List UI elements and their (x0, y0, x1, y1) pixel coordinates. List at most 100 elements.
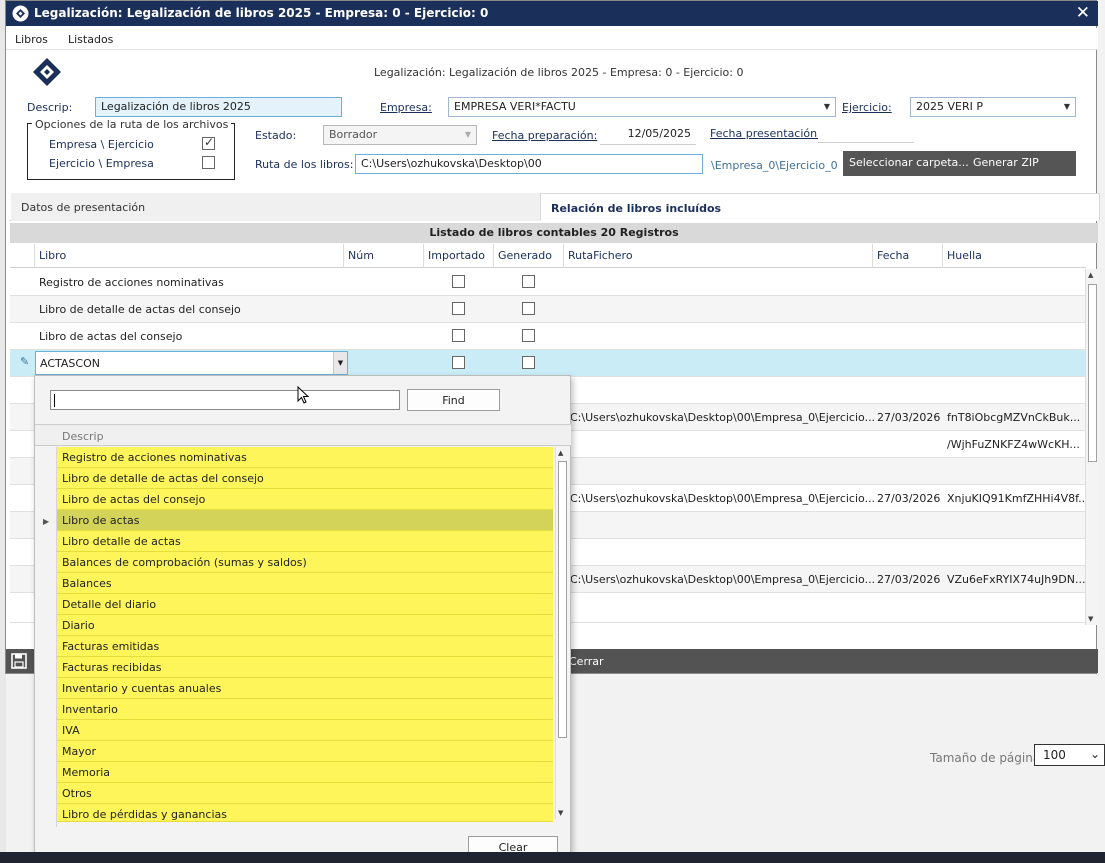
column-libro[interactable]: Libro (39, 249, 66, 262)
column-fecha[interactable]: Fecha (877, 249, 909, 262)
importado-checkbox[interactable] (452, 329, 465, 342)
importado-checkbox[interactable] (452, 356, 465, 369)
list-item[interactable]: Libro de pérdidas y ganancias (57, 804, 553, 822)
taskbar (0, 852, 1105, 863)
estado-select[interactable]: Borrador ▼ (323, 125, 477, 145)
list-item[interactable]: Balances (57, 573, 553, 594)
title-bar: Legalización: Legalización de libros 202… (6, 1, 1098, 26)
grid-scrollbar[interactable]: ▲ ▼ (1085, 269, 1098, 625)
list-item[interactable]: Libro de detalle de actas del consejo (57, 468, 553, 489)
close-icon[interactable]: ✕ (1076, 3, 1090, 23)
menu-bar: Libros Listados (6, 28, 1098, 50)
list-item[interactable]: Inventario y cuentas anuales (57, 678, 553, 699)
column-importado[interactable]: Importado (428, 249, 485, 262)
option-empresa-ejercicio-label: Empresa \ Ejercicio (49, 138, 154, 151)
list-item[interactable]: Facturas emitidas (57, 636, 553, 657)
cell-libro: Libro de actas del consejo (39, 330, 183, 343)
list-item[interactable]: Libro de actas del consejo (57, 489, 553, 510)
column-generado[interactable]: Generado (498, 249, 552, 262)
find-button[interactable]: Find (407, 389, 500, 411)
list-item[interactable]: Memoria (57, 762, 553, 783)
grid-header: Libro Núm Importado Generado RutaFichero… (10, 244, 1086, 268)
table-row[interactable]: Registro de acciones nominativas (10, 269, 1086, 296)
generado-checkbox[interactable] (522, 329, 535, 342)
column-separator (942, 244, 943, 268)
ruta-input[interactable]: C:\Users\ozhukovska\Desktop\00 (355, 154, 703, 174)
route-options-title: Opciones de la ruta de los archivos (32, 118, 232, 131)
column-separator (563, 244, 564, 268)
column-separator (872, 244, 873, 268)
column-separator (34, 244, 35, 268)
importado-checkbox[interactable] (452, 275, 465, 288)
cell-huella: fnT8iObcgMZVnCkBuk... (947, 411, 1081, 424)
column-num[interactable]: Núm (348, 249, 374, 262)
page-size-select[interactable]: 100 ⌄ (1034, 744, 1105, 766)
list-item[interactable]: Otros (57, 783, 553, 804)
column-separator (493, 244, 494, 268)
list-item[interactable]: Detalle del diario (57, 594, 553, 615)
fecha-preparacion-input[interactable]: 12/05/2025 (600, 125, 696, 145)
close-button[interactable]: Cerrar (569, 655, 604, 668)
list-item[interactable]: Inventario (57, 699, 553, 720)
fecha-preparacion-label[interactable]: Fecha preparación: (492, 129, 597, 142)
table-row[interactable]: Libro de detalle de actas del consejo (10, 296, 1086, 323)
ejercicio-label[interactable]: Ejercicio: (842, 101, 892, 114)
libro-combo[interactable]: ACTASCON ▼ (35, 351, 348, 375)
option-empresa-ejercicio-checkbox[interactable] (202, 135, 215, 150)
grid-title: Listado de libros contables 20 Registros (10, 223, 1098, 243)
scrollbar-thumb[interactable] (1088, 284, 1097, 462)
tab-relacion-libros[interactable]: Relación de libros incluídos (540, 193, 1100, 221)
empresa-select[interactable]: EMPRESA VERI*FACTU ▼ (448, 97, 836, 117)
list-item[interactable]: IVA (57, 720, 553, 741)
cell-huella: XnjuKIQ91KmfZHHi4V8f... (947, 492, 1089, 505)
table-row-editing[interactable]: ✎ ACTASCON ▼ (10, 350, 1086, 377)
fecha-presentacion-label[interactable]: Fecha presentación: (710, 127, 821, 140)
descrip-label: Descrip: (27, 101, 73, 114)
generado-checkbox[interactable] (522, 275, 535, 288)
list-item[interactable]: Libro detalle de actas (57, 531, 553, 552)
chevron-down-icon: ▼ (1063, 102, 1070, 111)
column-huella[interactable]: Huella (947, 249, 982, 262)
window-title: Legalización: Legalización de libros 202… (34, 6, 489, 20)
option-ejercicio-empresa-checkbox[interactable] (202, 156, 215, 169)
find-input[interactable] (50, 390, 400, 410)
ejercicio-select[interactable]: 2025 VERI P ▼ (910, 97, 1076, 117)
column-descrip[interactable]: Descrip (62, 430, 104, 443)
cell-libro: Libro de detalle de actas del consejo (39, 303, 241, 316)
select-folder-button[interactable]: Seleccionar carpeta... (843, 151, 975, 175)
scroll-up-icon[interactable]: ▲ (1088, 271, 1093, 279)
list-item-highlighted[interactable]: Libro de actas (57, 510, 553, 531)
list-item[interactable]: Balances de comprobación (sumas y saldos… (57, 552, 553, 573)
menu-listados[interactable]: Listados (68, 33, 113, 46)
menu-libros[interactable]: Libros (15, 33, 48, 46)
mouse-cursor-icon (297, 386, 309, 404)
list-item[interactable]: Diario (57, 615, 553, 636)
importado-checkbox[interactable] (452, 302, 465, 315)
empresa-label[interactable]: Empresa: (380, 101, 432, 114)
scroll-down-icon[interactable]: ▼ (1088, 615, 1093, 623)
tab-datos-presentacion[interactable]: Datos de presentación (11, 193, 540, 221)
generate-zip-button[interactable]: Generar ZIP (967, 151, 1045, 175)
save-icon[interactable] (11, 653, 27, 669)
scroll-down-icon[interactable]: ▼ (558, 809, 563, 817)
popup-scrollbar[interactable]: ▲ ▼ (555, 447, 569, 819)
cell-fecha: 27/03/2026 (877, 573, 941, 586)
table-row[interactable]: Libro de actas del consejo (10, 323, 1086, 350)
chevron-down-icon[interactable]: ▼ (333, 352, 347, 374)
list-item[interactable]: Facturas recibidas (57, 657, 553, 678)
scroll-up-icon[interactable]: ▲ (558, 449, 563, 457)
tab-strip: Datos de presentación Relación de libros… (9, 193, 1100, 221)
list-item[interactable]: Mayor (57, 741, 553, 762)
cell-fecha: 27/03/2026 (877, 492, 941, 505)
generado-checkbox[interactable] (522, 356, 535, 369)
chevron-down-icon: ▼ (823, 102, 830, 111)
cell-rutafichero: C:\Users\ozhukovska\Desktop\00\Empresa_0… (570, 492, 876, 505)
descrip-input[interactable]: Legalización de libros 2025 (95, 97, 342, 117)
list-item[interactable]: Registro de acciones nominativas (57, 447, 553, 468)
column-rutafichero[interactable]: RutaFichero (568, 249, 633, 262)
libro-dropdown-popup: Find Descrip ▶ Registro de acciones nomi… (34, 375, 571, 856)
generado-checkbox[interactable] (522, 302, 535, 315)
fecha-presentacion-input[interactable] (818, 123, 914, 143)
scrollbar-thumb[interactable] (558, 461, 567, 738)
app-logo-icon (12, 5, 29, 22)
